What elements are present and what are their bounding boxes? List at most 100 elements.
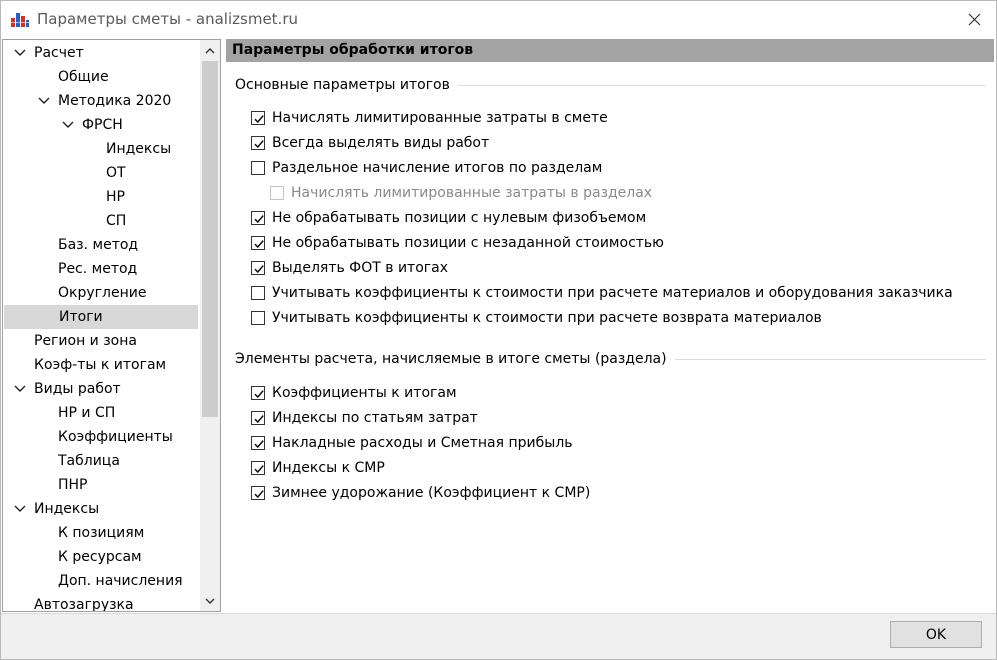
checkmark-icon [254, 215, 264, 224]
tree-item[interactable]: К позициям [3, 521, 199, 545]
checkmark-icon [254, 115, 264, 124]
expand-chevron-icon[interactable] [14, 384, 26, 394]
option-checkbox-row[interactable]: Выделять ФОТ в итогах [251, 258, 448, 278]
checkbox[interactable] [251, 286, 265, 300]
tree-item[interactable]: К ресурсам [3, 545, 199, 569]
tree-item[interactable]: Виды работ [3, 377, 199, 401]
checkmark-icon [254, 240, 264, 249]
tree-item[interactable]: Итоги [4, 305, 198, 329]
checkmark-icon [254, 390, 264, 399]
tree-item[interactable]: ФРСН [3, 113, 199, 137]
expand-chevron-icon[interactable] [14, 504, 26, 514]
tree-item[interactable]: Доп. начисления [3, 569, 199, 593]
expand-chevron-icon[interactable] [14, 48, 26, 58]
option-checkbox-row[interactable]: Индексы к СМР [251, 458, 385, 478]
checkbox[interactable] [251, 236, 265, 250]
tree-item-label: НР [106, 189, 125, 205]
tree-item-label: К позициям [58, 525, 145, 541]
ok-button[interactable]: OK [890, 621, 982, 648]
tree-item-label: К ресурсам [58, 549, 142, 565]
option-checkbox-row[interactable]: Раздельное начисление итогов по разделам [251, 158, 602, 178]
tree-item-label: Индексы [34, 501, 100, 517]
tree-item-label: ОТ [106, 165, 126, 181]
close-button[interactable] [959, 4, 989, 34]
tree-item-label: Методика 2020 [58, 93, 172, 109]
tree-item[interactable]: НР [3, 185, 199, 209]
checkmark-icon [254, 415, 264, 424]
tree-item[interactable]: Рес. метод [3, 257, 199, 281]
tree-item[interactable]: НР и СП [3, 401, 199, 425]
tree-item-label: СП [106, 213, 127, 229]
checkbox[interactable] [251, 311, 265, 325]
checkbox-label: Индексы по статьям затрат [272, 410, 478, 426]
tree-item[interactable]: ОТ [3, 161, 199, 185]
checkbox-label: Накладные расходы и Сметная прибыль [272, 435, 573, 451]
checkbox-label: Выделять ФОТ в итогах [272, 260, 448, 276]
tree-item[interactable]: Автозагрузка [3, 593, 199, 611]
checkmark-icon [254, 440, 264, 449]
checkbox [270, 186, 284, 200]
tree-item[interactable]: Индексы [3, 497, 199, 521]
option-checkbox-row[interactable]: Учитывать коэффициенты к стоимости при р… [251, 283, 953, 303]
checkmark-icon [254, 265, 264, 274]
checkbox-label: Раздельное начисление итогов по разделам [272, 160, 603, 176]
scroll-down-button[interactable] [200, 591, 220, 611]
checkbox-label: Начислять лимитированные затраты в разде… [291, 185, 653, 201]
scroll-up-button[interactable] [200, 40, 220, 60]
tree-item-label: Общие [58, 69, 109, 85]
tree-item[interactable]: Коэффициенты [3, 425, 199, 449]
tree-item-label: ПНР [58, 477, 88, 493]
option-checkbox-row[interactable]: Не обрабатывать позиции с нулевым физобъ… [251, 208, 646, 228]
expand-chevron-icon[interactable] [62, 120, 74, 130]
tree-item[interactable]: Округление [3, 281, 199, 305]
tree-item-label: Рес. метод [58, 261, 138, 277]
panel-header: Параметры обработки итогов [226, 39, 994, 62]
checkbox-label: Начислять лимитированные затраты в смете [272, 110, 608, 126]
scroll-thumb[interactable] [202, 61, 218, 417]
tree-item[interactable]: Коэф-ты к итогам [3, 353, 199, 377]
tree-item[interactable]: СП [3, 209, 199, 233]
tree-item-label: Итоги [59, 309, 103, 325]
checkbox[interactable] [251, 461, 265, 475]
checkbox[interactable] [251, 211, 265, 225]
tree-item[interactable]: Индексы [3, 137, 199, 161]
chevron-down-icon [205, 598, 215, 604]
checkbox[interactable] [251, 411, 265, 425]
tree-item[interactable]: Общие [3, 65, 199, 89]
settings-tree[interactable]: Автозагрузка Доп. начисления К ресурсам К п… [2, 39, 221, 612]
option-checkbox-row[interactable]: Учитывать коэффициенты к стоимости при р… [251, 308, 822, 328]
chevron-up-icon [205, 47, 215, 53]
checkbox[interactable] [251, 436, 265, 450]
tree-item[interactable]: Расчет [3, 41, 199, 65]
option-checkbox-row[interactable]: Индексы по статьям затрат [251, 408, 478, 428]
option-checkbox-row[interactable]: Коэффициенты к итогам [251, 383, 457, 403]
tree-item-label: Индексы [106, 141, 172, 157]
title-bar: Параметры сметы - analizsmet.ru [0, 0, 997, 38]
checkbox[interactable] [251, 111, 265, 125]
tree-item[interactable]: Методика 2020 [3, 89, 199, 113]
checkbox-label: Не обрабатывать позиции с незаданной сто… [272, 235, 664, 251]
checkbox[interactable] [251, 136, 265, 150]
tree-item[interactable]: Регион и зона [3, 329, 199, 353]
window-title: Параметры сметы - analizsmet.ru [37, 10, 298, 28]
checkbox[interactable] [251, 486, 265, 500]
tree-item-label: Таблица [58, 453, 120, 469]
checkbox[interactable] [251, 161, 265, 175]
option-checkbox-row[interactable]: Начислять лимитированные затраты в смете [251, 108, 608, 128]
checkbox[interactable] [251, 386, 265, 400]
tree-item-label: Доп. начисления [58, 573, 183, 589]
checkbox[interactable] [251, 261, 265, 275]
tree-scrollbar[interactable] [200, 40, 220, 611]
checkbox-label: Индексы к СМР [272, 460, 385, 476]
option-checkbox-row: Начислять лимитированные затраты в разде… [270, 183, 652, 203]
option-checkbox-row[interactable]: Накладные расходы и Сметная прибыль [251, 433, 573, 453]
option-checkbox-row[interactable]: Всегда выделять виды работ [251, 133, 489, 153]
option-checkbox-row[interactable]: Не обрабатывать позиции с незаданной сто… [251, 233, 664, 253]
tree-item[interactable]: Баз. метод [3, 233, 199, 257]
expand-chevron-icon[interactable] [38, 96, 50, 106]
checkmark-icon [254, 140, 264, 149]
close-icon [968, 13, 980, 25]
option-checkbox-row[interactable]: Зимнее удорожание (Коэффициент к СМР) [251, 483, 590, 503]
tree-item[interactable]: ПНР [3, 473, 199, 497]
tree-item[interactable]: Таблица [3, 449, 199, 473]
